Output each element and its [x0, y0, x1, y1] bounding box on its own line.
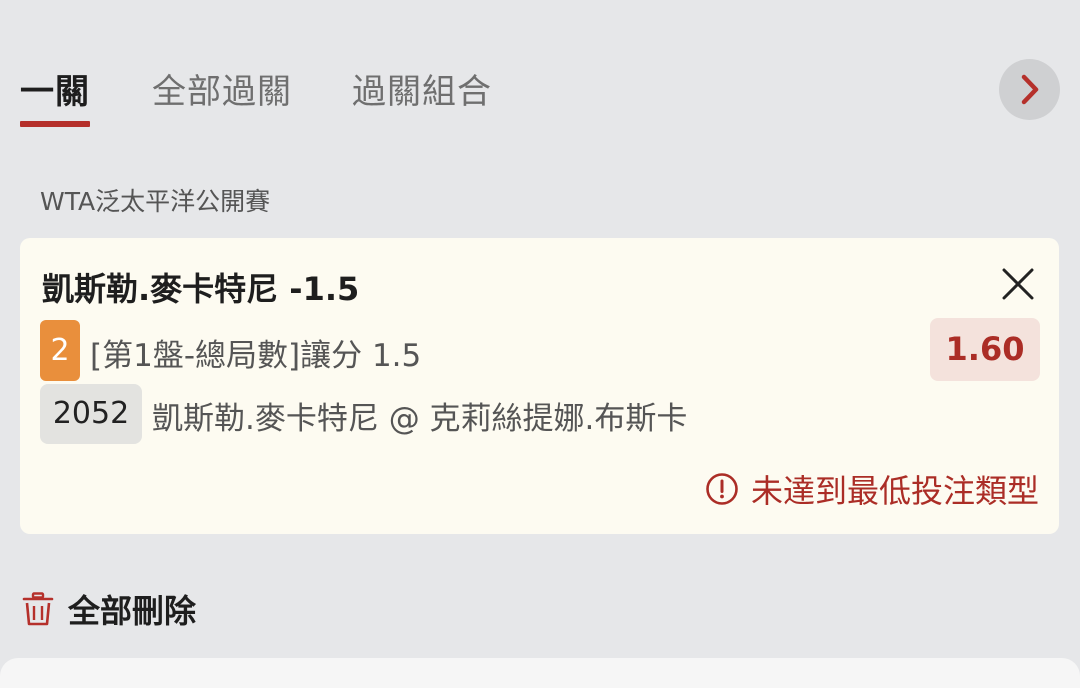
- odds-value[interactable]: 1.60: [930, 318, 1040, 381]
- warning-circle-icon: [706, 473, 738, 505]
- chevron-right-icon: [1021, 74, 1039, 105]
- tab-all-parlay[interactable]: 全部過關: [152, 64, 292, 113]
- bet-selection-card: 凱斯勒.麥卡特尼 -1.5 2 [第1盤-總局數]讓分 1.5 1.60 205…: [20, 238, 1059, 534]
- bottom-panel-edge: [0, 658, 1080, 688]
- warning-text: 未達到最低投注類型: [750, 472, 1039, 510]
- trash-icon: [22, 592, 54, 626]
- selection-title: 凱斯勒.麥卡特尼 -1.5: [42, 270, 360, 308]
- league-name: WTA泛太平洋公開賽: [40, 187, 271, 216]
- match-name: 凱斯勒.麥卡特尼 @ 克莉絲提娜.布斯卡: [152, 401, 688, 437]
- active-tab-indicator: [20, 121, 90, 127]
- market-description: [第1盤-總局數]讓分 1.5: [90, 338, 422, 374]
- tab-single[interactable]: 一關: [20, 64, 90, 113]
- delete-all-button[interactable]: 全部刪除: [22, 586, 196, 632]
- bet-type-tabs: 一關 全部過關 過關組合: [0, 0, 1080, 130]
- next-button[interactable]: [999, 59, 1060, 120]
- min-bet-type-warning: 未達到最低投注類型: [705, 466, 1039, 512]
- sport-number-badge: 2: [40, 320, 80, 381]
- delete-all-label: 全部刪除: [68, 592, 197, 630]
- close-icon: [1002, 268, 1034, 300]
- tab-parlay-combo[interactable]: 過關組合: [352, 64, 492, 113]
- remove-selection-button[interactable]: [998, 264, 1038, 304]
- match-code-badge: 2052: [40, 384, 142, 444]
